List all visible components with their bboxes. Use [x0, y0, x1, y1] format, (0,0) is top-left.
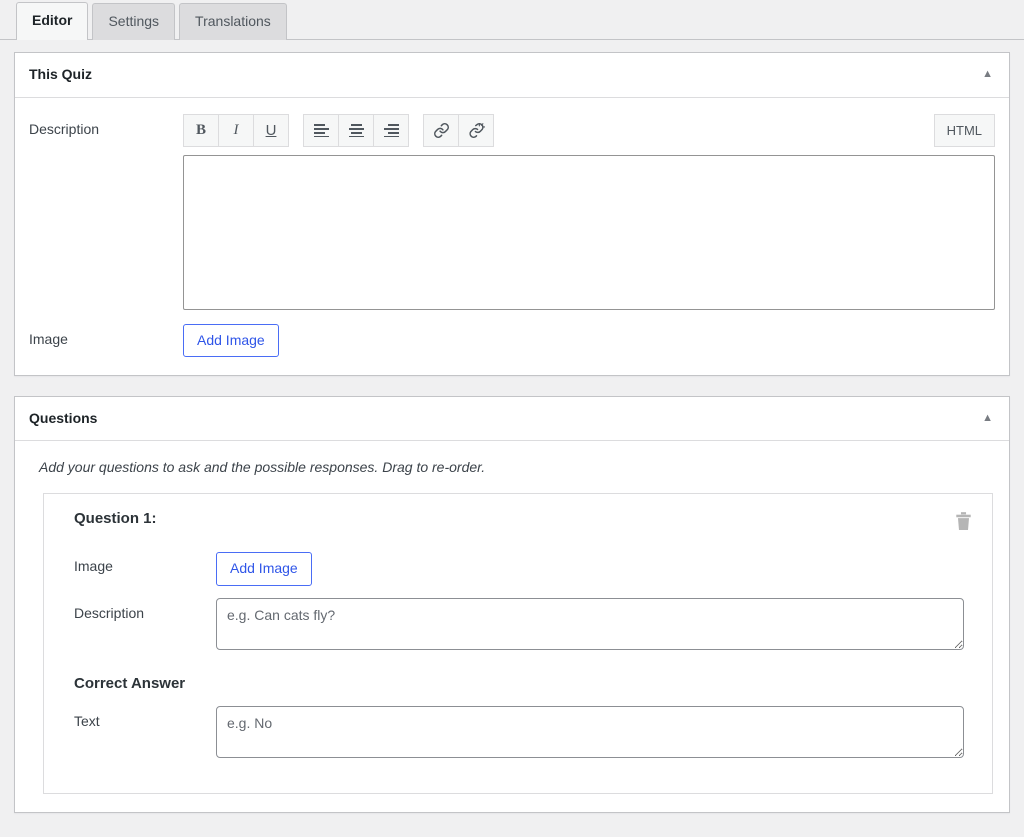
tab-bar: Editor Settings Translations	[0, 0, 1024, 40]
align-center-icon	[348, 123, 364, 137]
correct-answer-text-field	[216, 705, 978, 761]
question-description-input[interactable]	[216, 597, 964, 650]
correct-answer-text-label: Text	[74, 712, 100, 729]
question-description-row: Description	[60, 597, 978, 653]
align-left-icon	[313, 123, 329, 137]
page-title: This Quiz	[29, 66, 92, 82]
alignment-group	[303, 113, 409, 147]
question-image-field: Add Image	[216, 551, 978, 586]
this-quiz-panel-header[interactable]: This Quiz ▲	[15, 53, 1009, 98]
question-description-field	[216, 597, 978, 653]
correct-answer-title: Correct Answer	[74, 674, 186, 692]
quiz-description-field: B I U HTML	[183, 113, 995, 310]
question-image-label: Image	[74, 558, 113, 575]
bold-icon: B	[195, 121, 206, 138]
trash-icon	[956, 512, 971, 531]
tab-translations[interactable]: Translations	[179, 3, 287, 40]
delete-question-button[interactable]	[949, 510, 978, 535]
tab-settings-label: Settings	[108, 13, 160, 30]
editor-toolbar: B I U HTML	[183, 113, 995, 147]
html-toggle-button[interactable]: HTML	[933, 113, 995, 147]
link-group	[423, 113, 494, 147]
this-quiz-panel: This Quiz ▲ Description B I U HTML Image…	[14, 52, 1010, 376]
italic-icon: I	[233, 121, 239, 138]
question-card: Question 1: Image Add Image Description …	[43, 493, 993, 794]
chevron-up-icon[interactable]: ▲	[978, 67, 997, 82]
questions-instruction-text: Add your questions to ask and the possib…	[39, 459, 486, 476]
underline-icon: U	[265, 121, 277, 139]
question-image-row: Image Add Image	[60, 551, 978, 586]
this-quiz-panel-body: Description B I U HTML Image Add Image	[15, 98, 1009, 375]
align-right-button[interactable]	[373, 113, 409, 147]
quiz-image-row: Image Add Image	[29, 323, 995, 357]
html-toggle-label: HTML	[946, 122, 982, 138]
align-center-button[interactable]	[338, 113, 374, 147]
insert-link-button[interactable]	[423, 113, 459, 147]
questions-panel-title: Questions	[29, 409, 98, 426]
question-card-header: Question 1:	[60, 510, 978, 535]
quiz-image-label: Image	[29, 330, 68, 347]
underline-button[interactable]: U	[253, 113, 289, 147]
tab-settings[interactable]: Settings	[92, 3, 176, 40]
align-left-button[interactable]	[303, 113, 339, 147]
question-title: Question 1:	[74, 510, 157, 528]
content-wrap: This Quiz ▲ Description B I U HTML Image…	[0, 40, 1024, 813]
quiz-image-field: Add Image	[183, 323, 995, 357]
tab-translations-label: Translations	[195, 13, 271, 30]
chevron-up-icon[interactable]: ▲	[978, 411, 997, 426]
bold-button[interactable]: B	[183, 113, 219, 147]
italic-button[interactable]: I	[218, 113, 254, 147]
correct-answer-text-row: Text	[60, 705, 978, 761]
question-description-label: Description	[74, 604, 145, 621]
tab-editor-label: Editor	[32, 12, 73, 29]
correct-answer-text-input[interactable]	[216, 705, 964, 758]
link-icon	[433, 122, 449, 138]
questions-panel-body: Add your questions to ask and the possib…	[15, 441, 1009, 811]
text-style-group: B I U	[183, 113, 289, 147]
add-image-button[interactable]: Add Image	[183, 323, 279, 357]
tab-editor[interactable]: Editor	[16, 2, 89, 40]
question-add-image-button[interactable]: Add Image	[216, 552, 312, 586]
quiz-description-editor[interactable]	[183, 154, 995, 310]
align-right-icon	[383, 123, 399, 137]
quiz-description-label: Description	[29, 120, 100, 137]
questions-panel: Questions ▲ Add your questions to ask an…	[14, 395, 1010, 813]
quiz-description-row: Description B I U HTML	[29, 113, 995, 310]
unlink-icon	[468, 122, 485, 138]
remove-link-button[interactable]	[458, 113, 494, 147]
questions-panel-header[interactable]: Questions ▲	[15, 397, 1009, 442]
